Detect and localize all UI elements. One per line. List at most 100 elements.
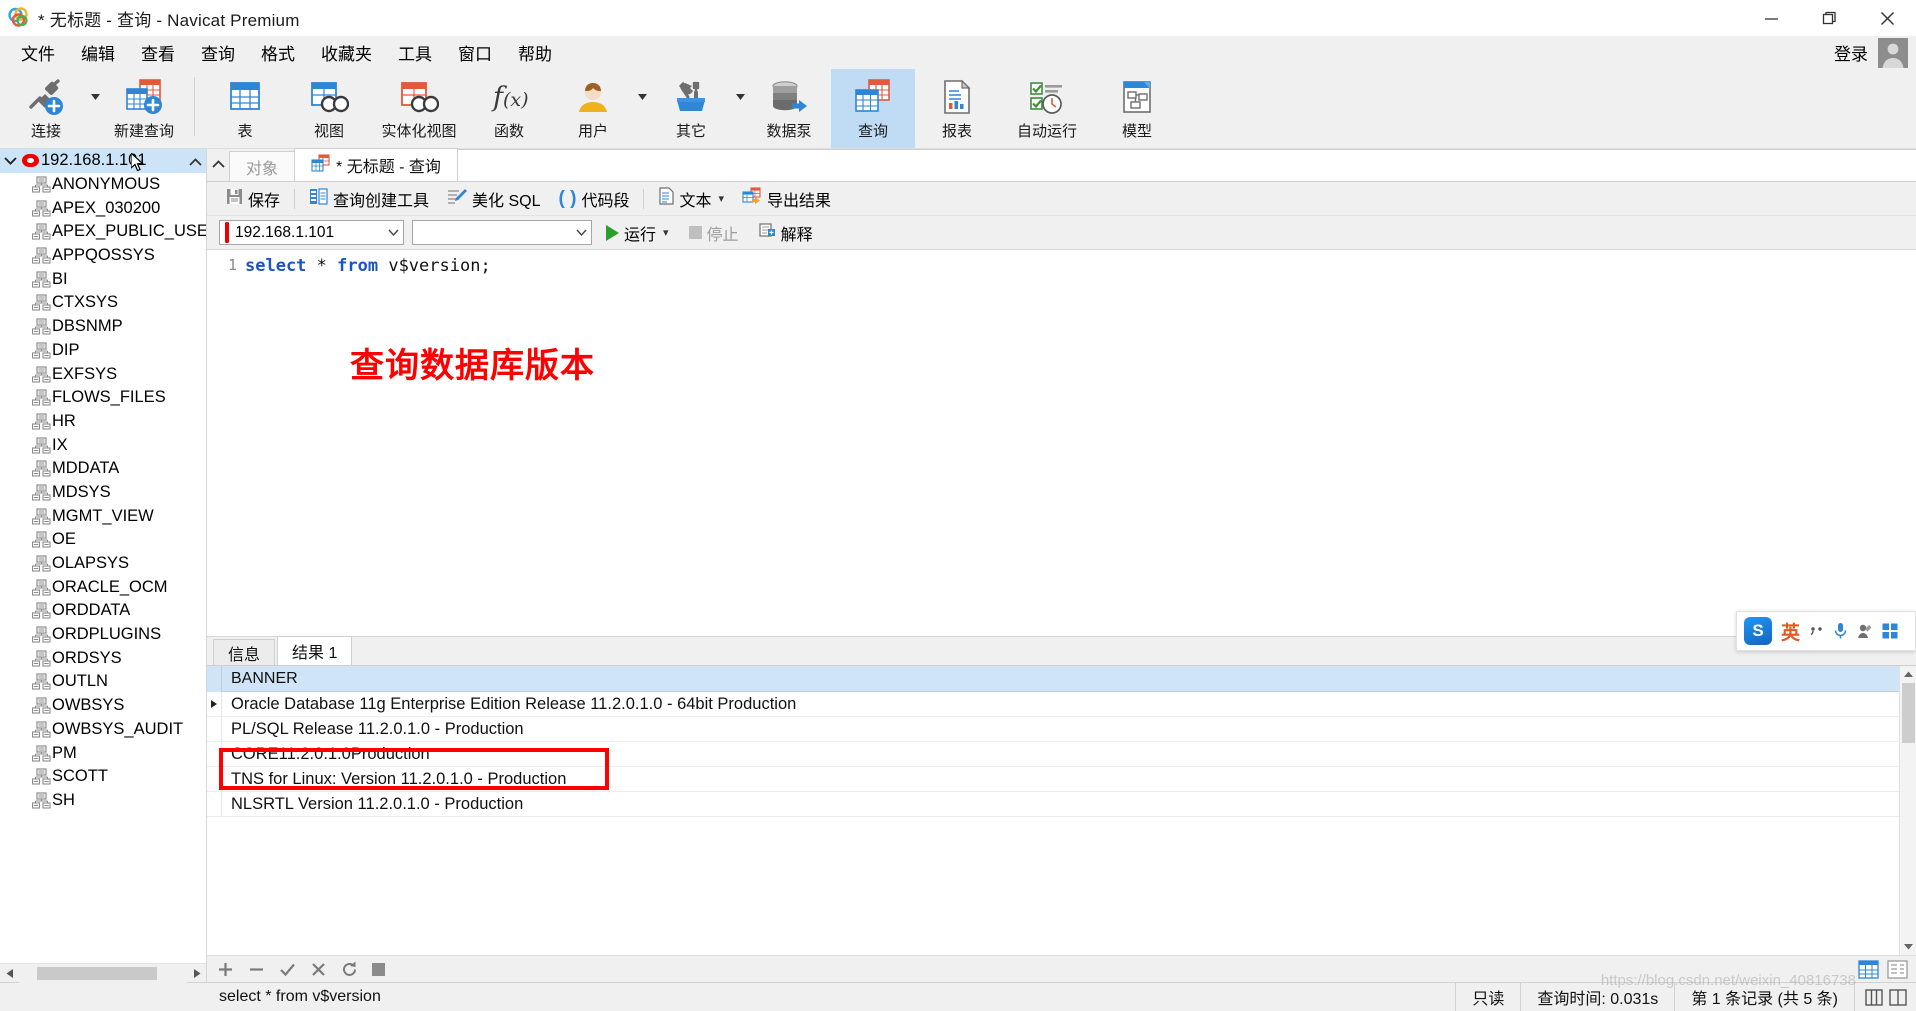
scroll-down-icon[interactable] <box>1900 938 1916 955</box>
row-marker[interactable] <box>207 792 222 816</box>
microphone-icon[interactable] <box>1833 622 1848 640</box>
explain-button[interactable]: 解释 <box>753 219 819 247</box>
row-marker[interactable] <box>207 767 222 791</box>
close-button[interactable] <box>1858 0 1916 36</box>
tree-item-schema[interactable]: ORACLE_OCM <box>0 575 206 599</box>
tree-item-schema[interactable]: MDSYS <box>0 481 206 505</box>
login-link[interactable]: 登录 <box>1834 40 1868 65</box>
tree-item-schema[interactable]: ORDSYS <box>0 646 206 670</box>
toolbox-icon[interactable] <box>1882 623 1898 639</box>
sogou-logo-icon[interactable]: S <box>1744 617 1772 645</box>
tree-item-schema[interactable]: BI <box>0 267 206 291</box>
menu-favorites[interactable]: 收藏夹 <box>308 37 385 68</box>
ime-floating-toolbar[interactable]: S 英 <box>1736 611 1916 651</box>
other-dropdown-caret[interactable] <box>733 69 747 148</box>
tabstrip-collapse-icon[interactable] <box>207 148 229 181</box>
row-marker[interactable] <box>207 742 222 766</box>
handwriting-icon[interactable] <box>1857 623 1873 639</box>
snippet-button[interactable]: ( ) 代码段 <box>550 185 639 213</box>
tree-item-schema[interactable]: OUTLN <box>0 670 206 694</box>
toolbar-user[interactable]: 用户 <box>551 69 635 148</box>
form-view-icon[interactable] <box>1887 959 1908 979</box>
maximize-button[interactable] <box>1800 0 1858 36</box>
database-select[interactable] <box>412 220 592 245</box>
tree-item-schema[interactable]: DIP <box>0 339 206 363</box>
grid-view-icon[interactable] <box>1858 959 1879 979</box>
remove-record-icon[interactable] <box>248 961 265 978</box>
scroll-right-icon[interactable] <box>187 964 206 983</box>
results-vertical-scrollbar[interactable] <box>1899 666 1916 955</box>
text-view-button[interactable]: 文本 ▾ <box>649 185 733 213</box>
tree-item-schema[interactable]: ORDDATA <box>0 599 206 623</box>
table-cell-banner[interactable]: PL/SQL Release 11.2.0.1.0 - Production <box>222 720 524 739</box>
refresh-icon[interactable] <box>341 961 358 978</box>
results-tab-info[interactable]: 信息 <box>213 639 276 665</box>
add-record-icon[interactable] <box>217 961 234 978</box>
toolbar-query[interactable]: 查询 <box>831 69 915 148</box>
sql-editor[interactable]: 1 select * from v$version; 查询数据库版本 <box>207 250 1916 637</box>
vscroll-track[interactable] <box>1900 683 1916 938</box>
connection-tree[interactable]: 192.168.1.101 ANONYMOUS APEX_030200 APEX_P… <box>0 149 206 963</box>
chevron-down-icon[interactable]: ▾ <box>663 226 669 239</box>
chevron-down-icon[interactable]: ▾ <box>718 192 724 205</box>
menu-window[interactable]: 窗口 <box>445 37 505 68</box>
menu-file[interactable]: 文件 <box>8 37 68 68</box>
toolbar-function[interactable]: f (x) 函数 <box>467 69 551 148</box>
tree-item-schema[interactable]: MGMT_VIEW <box>0 504 206 528</box>
table-row[interactable]: PL/SQL Release 11.2.0.1.0 - Production <box>207 717 1899 742</box>
run-button[interactable]: 运行 ▾ <box>600 219 675 247</box>
hscroll-track[interactable] <box>19 963 187 983</box>
chevron-down-icon[interactable] <box>576 227 587 239</box>
beautify-sql-button[interactable]: 美化 SQL <box>438 185 549 213</box>
toolbar-materialized-view[interactable]: 实体化视图 <box>371 69 467 148</box>
toolbar-data-pump[interactable]: 数据泵 <box>747 69 831 148</box>
connection-dropdown-caret[interactable] <box>88 69 102 148</box>
tree-item-schema[interactable]: APEX_030200 <box>0 196 206 220</box>
stop-icon[interactable] <box>372 962 385 976</box>
scroll-left-icon[interactable] <box>0 964 19 983</box>
chevron-down-icon[interactable] <box>388 227 399 239</box>
table-cell-banner[interactable]: Oracle Database 11g Enterprise Edition R… <box>222 695 796 714</box>
row-marker[interactable] <box>207 717 222 741</box>
menu-format[interactable]: 格式 <box>248 37 308 68</box>
toolbar-other[interactable]: 其它 <box>649 69 733 148</box>
avatar[interactable] <box>1878 37 1908 68</box>
toolbar-new-query[interactable]: 新建查询 <box>102 69 186 148</box>
tree-item-schema[interactable]: CTXSYS <box>0 291 206 315</box>
tree-item-schema[interactable]: OE <box>0 528 206 552</box>
scroll-up-icon[interactable] <box>1900 666 1916 683</box>
tree-item-schema[interactable]: DBSNMP <box>0 315 206 339</box>
table-cell-banner[interactable]: NLSRTL Version 11.2.0.1.0 - Production <box>222 795 523 814</box>
menu-help[interactable]: 帮助 <box>505 37 565 68</box>
user-dropdown-caret[interactable] <box>635 69 649 148</box>
minimize-button[interactable] <box>1742 0 1800 36</box>
toolbar-report[interactable]: 报表 <box>915 69 999 148</box>
tree-item-schema[interactable]: APEX_PUBLIC_USE <box>0 220 206 244</box>
menu-tools[interactable]: 工具 <box>385 37 445 68</box>
ime-mode-label[interactable]: 英 <box>1781 618 1800 645</box>
code-area[interactable]: select * from v$version; 查询数据库版本 <box>245 250 1916 636</box>
tree-item-schema[interactable]: FLOWS_FILES <box>0 386 206 410</box>
status-grid-view-icon[interactable] <box>1863 988 1884 1007</box>
tree-item-schema[interactable]: OLAPSYS <box>0 552 206 576</box>
toolbar-connection[interactable]: 连接 <box>4 69 88 148</box>
tree-item-schema[interactable]: APPQOSSYS <box>0 244 206 268</box>
column-header-banner[interactable]: BANNER <box>222 670 298 688</box>
tab-objects[interactable]: 对象 <box>229 151 296 181</box>
cancel-edit-icon[interactable] <box>310 961 327 978</box>
toolbar-model[interactable]: 模型 <box>1095 69 1179 148</box>
menu-edit[interactable]: 编辑 <box>68 37 128 68</box>
collapse-pane-button[interactable] <box>186 153 204 171</box>
tree-item-schema[interactable]: SH <box>0 789 206 813</box>
result-grid[interactable]: BANNER Oracle Database 11g Enterprise Ed… <box>207 665 1899 955</box>
query-builder-button[interactable]: 查询创建工具 <box>300 185 438 213</box>
toolbar-view[interactable]: 视图 <box>287 69 371 148</box>
row-marker[interactable] <box>207 692 222 716</box>
menu-query[interactable]: 查询 <box>188 37 248 68</box>
table-row[interactable]: NLSRTL Version 11.2.0.1.0 - Production <box>207 792 1899 817</box>
status-form-view-icon[interactable] <box>1887 988 1908 1007</box>
tree-item-schema[interactable]: IX <box>0 433 206 457</box>
table-cell-banner[interactable]: CORE11.2.0.1.0Production <box>222 745 430 764</box>
tree-item-schema[interactable]: MDDATA <box>0 457 206 481</box>
tree-item-schema[interactable]: HR <box>0 410 206 434</box>
